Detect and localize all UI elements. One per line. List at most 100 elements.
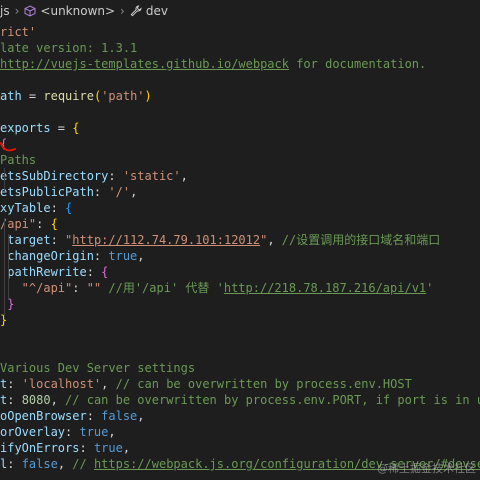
code-token: ath <box>0 89 22 103</box>
code-token: http://112.74.79.101:12012 <box>72 233 261 247</box>
code-token: : <box>86 265 102 279</box>
code-token: ) <box>144 89 152 103</box>
code-token: true <box>108 249 138 263</box>
code-line: late version: 1.3.1 <box>0 40 137 56</box>
code-token: //用'/api' 代替 ' <box>101 281 224 295</box>
code-token: { <box>72 121 80 135</box>
code-token: false <box>101 409 138 423</box>
code-token: , <box>57 457 73 471</box>
code-token: { <box>50 217 58 231</box>
code-token: ' <box>426 281 434 295</box>
code-line: t: 8080, // can be overwritten by proces… <box>0 392 480 408</box>
code-token: xyTable <box>0 201 51 215</box>
code-token: , <box>180 169 188 183</box>
annotation-mark <box>0 142 16 152</box>
code-line: xyTable: { <box>0 200 72 216</box>
code-token: : <box>93 185 109 199</box>
code-token: Various Dev Server settings <box>0 361 196 375</box>
code-token: = <box>50 121 73 135</box>
code-token: Paths <box>0 153 37 167</box>
code-line: orOverlay: true, <box>0 424 116 440</box>
code-token: "" <box>86 281 102 295</box>
code-token: pathRewrite <box>0 265 87 279</box>
code-token: : <box>86 409 102 423</box>
code-token: http://vuejs-templates.github.io/webpack <box>0 57 289 71</box>
breadcrumb: js › <unknown> › dev <box>0 0 480 22</box>
code-token: http://218.78.187.216/api/v1 <box>223 281 427 295</box>
code-token: false <box>21 457 58 471</box>
code-token: oOpenBrowser <box>0 409 87 423</box>
code-token: : <box>108 169 123 183</box>
code-token: exports <box>0 121 51 135</box>
code-token: /api" <box>0 217 37 231</box>
code-token: , <box>108 425 116 439</box>
code-line: Various Dev Server settings <box>0 360 195 376</box>
code-token: { <box>65 201 73 215</box>
code-token: etsPublicPath <box>0 185 94 199</box>
code-line: Paths <box>0 152 36 168</box>
code-line: changeOrigin: true, <box>0 248 145 264</box>
breadcrumb-item-unknown[interactable]: <unknown> <box>24 4 115 18</box>
breadcrumb-folder-label: js <box>0 4 10 18</box>
code-token: orOverlay <box>0 425 66 439</box>
code-line: t: 'localhost', // can be overwritten by… <box>0 376 412 392</box>
code-token: : <box>7 457 22 471</box>
code-line: etsPublicPath: '/', <box>0 184 137 200</box>
code-token: , <box>137 409 145 423</box>
wrench-icon <box>130 5 142 17</box>
code-token: , <box>130 185 138 199</box>
code-token: 8080 <box>21 393 51 407</box>
code-token: changeOrigin <box>0 249 94 263</box>
chevron-right-icon: › <box>14 4 20 18</box>
code-token: require <box>43 89 94 103</box>
code-token: , <box>50 393 66 407</box>
code-token: // can be overwritten by process.env.HOS… <box>115 377 412 391</box>
breadcrumb-dev-label: dev <box>145 4 168 18</box>
indent-guide <box>8 234 9 300</box>
code-editor[interactable]: rict' late version: 1.3.1 http://vuejs-tem… <box>0 22 480 480</box>
code-token: , <box>267 233 282 247</box>
code-token: ifyOnErrors <box>0 441 80 455</box>
code-token: , <box>122 441 131 455</box>
code-line: ifyOnErrors: true, <box>0 440 130 456</box>
code-token: : <box>50 233 66 247</box>
code-token: // <box>72 457 94 471</box>
code-token: : <box>36 217 51 231</box>
code-line: /api": { <box>0 216 58 232</box>
code-token: : <box>72 281 87 295</box>
code-line: rict' <box>0 24 36 40</box>
chevron-right-icon: › <box>120 4 125 18</box>
code-token: 'localhost' <box>21 377 102 391</box>
indent-guide <box>4 168 5 190</box>
code-token: rict' <box>0 25 37 39</box>
code-token: : <box>65 425 80 439</box>
indent-guide <box>4 218 5 316</box>
cube-icon <box>24 5 36 17</box>
breadcrumb-item-folder[interactable]: js <box>0 4 10 18</box>
code-line: oOpenBrowser: false, <box>0 408 145 424</box>
breadcrumb-item-dev[interactable]: dev <box>130 4 168 18</box>
code-token: : <box>7 377 22 391</box>
watermark: @稀土掘金技术社区 <box>377 462 476 475</box>
code-token: late version: 1.3.1 <box>0 41 138 55</box>
code-token: , <box>137 249 145 263</box>
code-token: : <box>7 393 22 407</box>
code-token: '/' <box>108 185 131 199</box>
code-token: : <box>79 441 94 455</box>
code-token: // can be overwritten by process.env.POR… <box>65 393 480 407</box>
code-token: "^/api" <box>0 281 73 295</box>
code-line: etsSubDirectory: 'static', <box>0 168 188 184</box>
code-line: "^/api": "" //用'/api' 代替 'http://218.78.… <box>0 280 434 296</box>
code-token: 'path' <box>101 89 145 103</box>
code-token: true <box>79 425 109 439</box>
code-token: : <box>93 249 109 263</box>
code-line: http://vuejs-templates.github.io/webpack… <box>0 56 426 72</box>
code-line: exports = { <box>0 120 80 136</box>
code-token: 'static' <box>122 169 181 183</box>
code-token: for documentation. <box>288 57 427 71</box>
code-line: pathRewrite: { <box>0 264 108 280</box>
code-token: , <box>101 377 116 391</box>
code-token: true <box>93 441 123 455</box>
code-token: : <box>50 201 66 215</box>
code-token: //设置调用的接口域名和端口 <box>281 233 441 247</box>
